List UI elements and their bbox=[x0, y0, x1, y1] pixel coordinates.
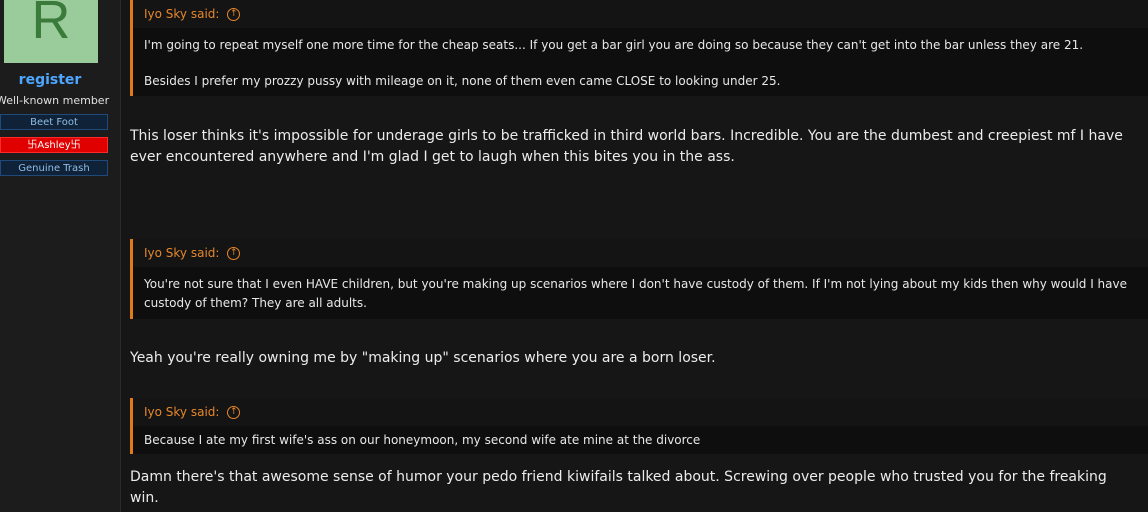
post-reply-text: Damn there's that awesome sense of humor… bbox=[130, 469, 1107, 506]
user-banner-2: 卐Ashley卐 bbox=[0, 137, 108, 153]
post-reply-text: This loser thinks it's impossible for un… bbox=[130, 128, 1123, 165]
arrow-up-circle-icon[interactable]: ↑ bbox=[227, 247, 241, 260]
quote-content: Because I ate my first wife's ass on our… bbox=[133, 426, 1148, 454]
user-banner-3: Genuine Trash bbox=[0, 160, 108, 176]
user-banner-1: Beet Foot bbox=[0, 114, 108, 130]
quote-header[interactable]: Iyo Sky said: ↑ bbox=[133, 0, 1148, 28]
user-title: Well-known member bbox=[0, 94, 110, 107]
quote-header[interactable]: Iyo Sky said: ↑ bbox=[133, 398, 1148, 426]
quote-line: Because I ate my first wife's ass on our… bbox=[144, 433, 701, 447]
arrow-up-circle-icon[interactable]: ↑ bbox=[227, 406, 241, 419]
quote-block: Iyo Sky said: ↑ I'm going to repeat myse… bbox=[130, 0, 1148, 96]
quote-author[interactable]: Iyo Sky said: bbox=[144, 246, 219, 260]
quote-content: You're not sure that I even HAVE childre… bbox=[133, 267, 1148, 319]
post-reply-text: Yeah you're really owning me by "making … bbox=[130, 350, 716, 366]
quote-line: I'm going to repeat myself one more time… bbox=[144, 38, 1084, 52]
quote-line: Besides I prefer my prozzy pussy with mi… bbox=[144, 74, 781, 88]
avatar[interactable]: R bbox=[4, 0, 98, 63]
quote-content: I'm going to repeat myself one more time… bbox=[133, 28, 1148, 96]
arrow-up-circle-icon[interactable]: ↑ bbox=[227, 8, 241, 21]
quote-author[interactable]: Iyo Sky said: bbox=[144, 405, 219, 419]
quote-block: Iyo Sky said: ↑ You're not sure that I e… bbox=[130, 239, 1148, 319]
user-sidebar: R register Well-known member Beet Foot 卐… bbox=[0, 0, 121, 512]
username-link[interactable]: register bbox=[0, 72, 100, 88]
quote-header[interactable]: Iyo Sky said: ↑ bbox=[133, 239, 1148, 267]
quote-author[interactable]: Iyo Sky said: bbox=[144, 7, 219, 21]
quote-line: You're not sure that I even HAVE childre… bbox=[144, 277, 1128, 310]
quote-block: Iyo Sky said: ↑ Because I ate my first w… bbox=[130, 398, 1148, 454]
